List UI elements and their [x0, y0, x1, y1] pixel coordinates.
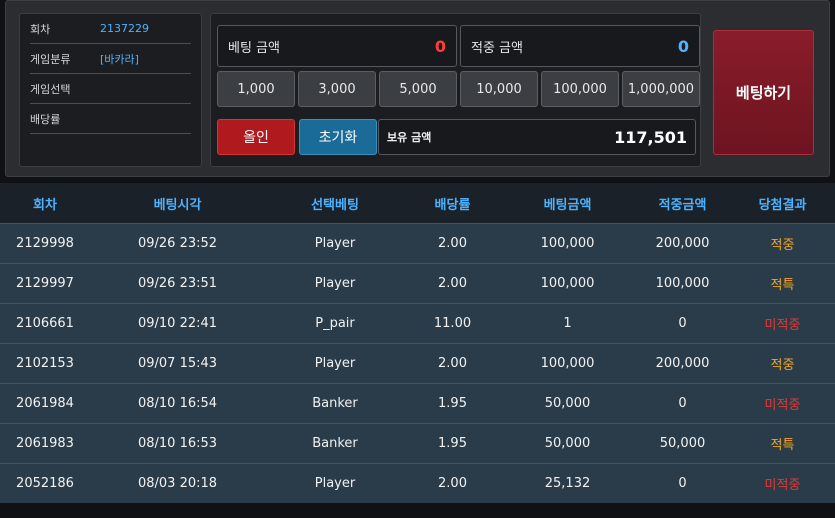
cell-selection: Banker: [312, 436, 358, 451]
cell-win-amount: 0: [678, 396, 687, 411]
cell-bet-amount: 100,000: [540, 276, 595, 291]
cell-win-amount: 50,000: [659, 436, 706, 451]
header-win-amount: 적중금액: [658, 197, 707, 213]
reset-button[interactable]: 초기화: [299, 119, 377, 155]
bet-area: 베팅 금액 0 적중 금액 0 1,000 3,000 5,000 10,000…: [210, 13, 701, 167]
cell-win-amount: 100,000: [655, 276, 710, 291]
cell-odds: 11.00: [433, 316, 472, 331]
cell-bet-time: 09/26 23:51: [137, 276, 218, 291]
category-label: 게임분류: [30, 52, 71, 66]
cell-selection: Banker: [312, 396, 358, 411]
selection-label: 게임선택: [30, 82, 71, 96]
balance-box: 보유 금액 117,501: [378, 119, 696, 155]
chip-button-1000000[interactable]: 1,000,000: [622, 71, 700, 107]
win-amount-value: 0: [677, 36, 689, 56]
cell-result: 미적중: [764, 318, 801, 333]
betting-panel: 회차 2137229 게임분류 [바카라] 게임선택 배당률 베팅 금액 0 적…: [5, 0, 830, 177]
table-row: 2129997 09/26 23:51 Player 2.00 100,000 100,0…: [0, 263, 835, 303]
cell-win-amount: 0: [678, 316, 687, 331]
bet-amount-label: 베팅 금액: [228, 40, 280, 56]
cell-result: 미적중: [764, 398, 801, 413]
cell-odds: 2.00: [438, 276, 467, 291]
bet-amount-box: 베팅 금액 0: [217, 25, 457, 67]
table-header: 회차 베팅시각 선택베팅 배당률 베팅금액 적중금액 당첨결과: [0, 183, 835, 223]
table-row: 2102153 09/07 15:43 Player 2.00 100,000 200,0…: [0, 343, 835, 383]
table-row: 2061983 08/10 16:53 Banker 1.95 50,000 50,000…: [0, 423, 835, 463]
cell-odds: 2.00: [438, 356, 467, 371]
cell-bet-amount: 100,000: [540, 356, 595, 371]
header-round: 회차: [33, 197, 57, 213]
cell-selection: Player: [314, 476, 356, 491]
header-result: 당첨결과: [758, 197, 807, 213]
cell-result: 미적중: [764, 478, 801, 493]
cell-bet-amount: 1: [563, 316, 572, 331]
cell-win-amount: 0: [678, 476, 687, 491]
chip-button-5000[interactable]: 5,000: [379, 71, 457, 107]
win-amount-box: 적중 금액 0: [460, 25, 700, 67]
info-row-odds: 배당률: [30, 104, 191, 134]
info-row-selection: 게임선택: [30, 74, 191, 104]
cell-selection: P_pair: [315, 316, 355, 331]
balance-value: 117,501: [614, 127, 687, 147]
cell-bet-time: 08/03 20:18: [137, 476, 218, 491]
cell-win-amount: 200,000: [655, 236, 710, 251]
cell-round: 2129997: [16, 276, 74, 291]
cell-result: 적중: [770, 238, 795, 253]
cell-bet-time: 09/07 15:43: [137, 356, 218, 371]
cell-bet-time: 09/10 22:41: [137, 316, 218, 331]
cell-bet-time: 08/10 16:54: [137, 396, 218, 411]
cell-result: 적중: [770, 358, 795, 373]
cell-bet-amount: 50,000: [544, 436, 591, 451]
table-row: 2061984 08/10 16:54 Banker 1.95 50,000 0 미적중: [0, 383, 835, 423]
table-row: 2052186 08/03 20:18 Player 2.00 25,132 0 미적중: [0, 463, 835, 503]
table-row: 2129998 09/26 23:52 Player 2.00 100,000 200,0…: [0, 223, 835, 263]
cell-round: 2061984: [16, 396, 74, 411]
cell-result: 적특: [770, 438, 795, 453]
cell-odds: 2.00: [438, 236, 467, 251]
info-row-category: 게임분류 [바카라]: [30, 44, 191, 74]
chip-button-1000[interactable]: 1,000: [217, 71, 295, 107]
win-amount-label: 적중 금액: [471, 40, 523, 56]
round-label: 회차: [30, 22, 51, 36]
cell-win-amount: 200,000: [655, 356, 710, 371]
cell-selection: Player: [314, 236, 356, 251]
cell-round: 2106661: [16, 316, 74, 331]
cell-odds: 2.00: [438, 476, 467, 491]
header-bet-amount: 베팅금액: [543, 197, 592, 213]
bet-history-table: 회차 베팅시각 선택베팅 배당률 베팅금액 적중금액 당첨결과 2129998 0…: [0, 183, 835, 503]
cell-odds: 1.95: [438, 436, 467, 451]
cell-bet-time: 09/26 23:52: [137, 236, 218, 251]
bet-amount-value: 0: [434, 36, 446, 56]
cell-bet-time: 08/10 16:53: [137, 436, 218, 451]
chip-button-3000[interactable]: 3,000: [298, 71, 376, 107]
cell-result: 적특: [770, 278, 795, 293]
cell-round: 2102153: [16, 356, 74, 371]
cell-round: 2061983: [16, 436, 74, 451]
cell-round: 2052186: [16, 476, 74, 491]
place-bet-button[interactable]: 베팅하기: [713, 30, 814, 155]
category-value: [바카라]: [100, 52, 139, 66]
round-value: 2137229: [100, 22, 149, 35]
odds-label: 배당률: [30, 112, 61, 126]
cell-odds: 1.95: [438, 396, 467, 411]
chip-button-10000[interactable]: 10,000: [460, 71, 538, 107]
header-odds: 배당률: [434, 197, 471, 213]
table-body: 2129998 09/26 23:52 Player 2.00 100,000 200,0…: [0, 223, 835, 503]
cell-bet-amount: 100,000: [540, 236, 595, 251]
chip-button-100000[interactable]: 100,000: [541, 71, 619, 107]
header-bet-time: 베팅시각: [153, 197, 202, 213]
info-row-round: 회차 2137229: [30, 14, 191, 44]
cell-selection: Player: [314, 356, 356, 371]
game-info-box: 회차 2137229 게임분류 [바카라] 게임선택 배당률: [19, 13, 202, 167]
cell-bet-amount: 50,000: [544, 396, 591, 411]
cell-round: 2129998: [16, 236, 74, 251]
cell-selection: Player: [314, 276, 356, 291]
balance-label: 보유 금액: [387, 131, 432, 144]
header-selection: 선택베팅: [311, 197, 359, 213]
table-row: 2106661 09/10 22:41 P_pair 11.00 1 0 미적중: [0, 303, 835, 343]
cell-bet-amount: 25,132: [544, 476, 591, 491]
all-in-button[interactable]: 올인: [217, 119, 295, 155]
